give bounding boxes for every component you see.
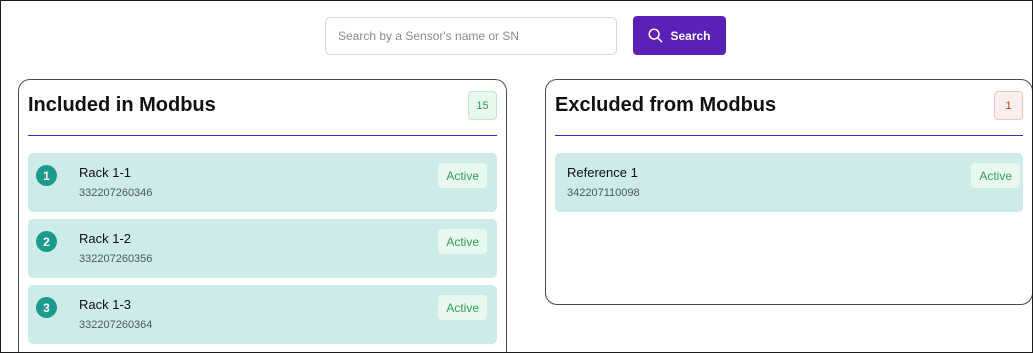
excluded-panel-header: Excluded from Modbus 1 bbox=[555, 80, 1023, 136]
search-icon bbox=[648, 28, 663, 43]
included-in-modbus-panel: Included in Modbus 15 1 Rack 1-1 3322072… bbox=[18, 79, 507, 352]
search-input[interactable] bbox=[325, 16, 617, 55]
item-number-badge: 3 bbox=[36, 297, 57, 318]
included-panel-title: Included in Modbus bbox=[28, 94, 216, 116]
search-button[interactable]: Search bbox=[633, 16, 726, 55]
search-bar: Search bbox=[325, 16, 726, 55]
sensor-serial-number: 332207260356 bbox=[79, 253, 153, 265]
status-badge: Active bbox=[438, 229, 487, 254]
included-sensor-list: 1 Rack 1-1 332207260346 Active 2 Rack 1-… bbox=[28, 153, 497, 351]
sensor-serial-number: 342207110098 bbox=[567, 187, 640, 199]
sensor-name: Rack 1-2 bbox=[79, 231, 132, 246]
excluded-count-badge: 1 bbox=[994, 91, 1023, 120]
sensor-name: Reference 1 bbox=[567, 165, 638, 180]
excluded-from-modbus-panel: Excluded from Modbus 1 Reference 1 34220… bbox=[545, 79, 1032, 305]
sensor-list-item[interactable]: Reference 1 342207110098 Active bbox=[555, 153, 1023, 212]
sensor-list-item[interactable]: 2 Rack 1-2 332207260356 Active bbox=[28, 219, 497, 278]
status-badge: Active bbox=[438, 295, 487, 320]
item-number-badge: 1 bbox=[36, 165, 57, 186]
status-badge: Active bbox=[971, 163, 1020, 188]
included-count-badge: 15 bbox=[468, 91, 497, 120]
sensor-modbus-page: Search Included in Modbus 15 1 Rack 1-1 … bbox=[0, 0, 1033, 353]
excluded-panel-title: Excluded from Modbus bbox=[555, 94, 777, 116]
status-badge: Active bbox=[438, 163, 487, 188]
sensor-name: Rack 1-1 bbox=[79, 165, 132, 180]
sensor-name: Rack 1-3 bbox=[79, 297, 132, 312]
excluded-sensor-list: Reference 1 342207110098 Active bbox=[555, 153, 1023, 219]
sensor-list-item[interactable]: 1 Rack 1-1 332207260346 Active bbox=[28, 153, 497, 212]
sensor-serial-number: 332207260346 bbox=[79, 187, 153, 199]
included-panel-header: Included in Modbus 15 bbox=[28, 80, 497, 136]
search-button-label: Search bbox=[670, 28, 711, 43]
sensor-serial-number: 332207260364 bbox=[79, 319, 153, 331]
item-number-badge: 2 bbox=[36, 231, 57, 252]
sensor-list-item[interactable]: 3 Rack 1-3 332207260364 Active bbox=[28, 285, 497, 344]
